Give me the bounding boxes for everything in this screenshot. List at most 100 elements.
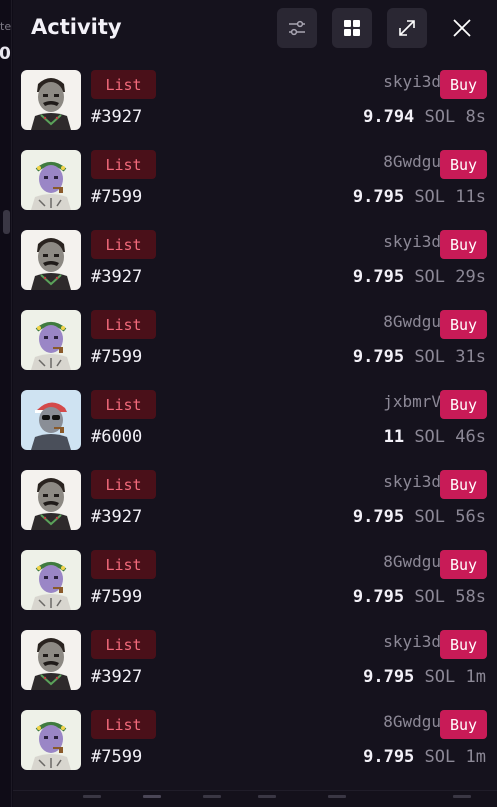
currency-text: SOL [414,427,446,447]
nft-thumbnail[interactable] [21,630,81,690]
seller-address[interactable]: skyi3d [383,232,441,251]
filter-sliders-icon [289,20,305,36]
nft-thumbnail[interactable] [21,470,81,530]
seller-address[interactable]: 8Gwdgu [383,552,441,571]
time-ago: 11s [455,187,486,207]
toolbar-item[interactable] [143,795,161,798]
price-line: 9.795 SOL 1m [363,747,486,767]
activity-row[interactable]: List #7599 8Gwdgu Buy 9.795 SOL 1m [13,700,497,780]
currency-label: SOL [414,107,456,127]
currency-text: SOL [414,267,446,287]
activity-type-badge: List [91,630,156,659]
price-value: 9.795 [363,667,415,687]
bottom-toolbar [13,790,497,807]
time-ago: 31s [455,347,486,367]
background-page-strip: te 0. [0,0,12,807]
buy-button[interactable]: Buy [440,310,487,339]
panel-title: Activity [31,15,122,39]
seller-address[interactable]: skyi3d [383,632,441,651]
price-line: 9.795 SOL 31s [353,347,486,367]
currency-label: SOL [404,427,445,447]
currency-label: SOL [404,587,445,607]
currency-text: SOL [414,507,446,527]
time-ago: 1m [465,747,486,767]
nft-thumbnail[interactable] [21,150,81,210]
buy-button[interactable]: Buy [440,390,487,419]
buy-button[interactable]: Buy [440,710,487,739]
filter-button[interactable] [277,8,317,48]
nft-thumbnail[interactable] [21,310,81,370]
activity-type-badge: List [91,550,156,579]
buy-button[interactable]: Buy [440,70,487,99]
activity-row[interactable]: List #3927 skyi3d Buy 9.795 SOL 56s [13,460,497,540]
token-id[interactable]: #7599 [91,187,142,207]
token-id[interactable]: #3927 [91,507,142,527]
seller-address[interactable]: skyi3d [383,72,441,91]
activity-type-badge: List [91,470,156,499]
token-id[interactable]: #7599 [91,747,142,767]
nft-thumbnail[interactable] [21,390,81,450]
buy-button[interactable]: Buy [440,630,487,659]
price-value: 9.795 [352,267,405,287]
price-line: 9.795 SOL 56s [353,507,486,527]
seller-address[interactable]: 8Gwdgu [383,312,441,331]
buy-button[interactable]: Buy [440,230,487,259]
currency-text: SOL [424,747,456,767]
buy-button[interactable]: Buy [440,470,487,499]
currency-label: SOL [414,667,456,687]
token-id[interactable]: #3927 [91,267,142,287]
nft-thumbnail[interactable] [21,70,81,130]
activity-row[interactable]: List #6000 jxbmrV Buy 11 SOL 46s [13,380,497,460]
grid-view-button[interactable] [332,8,372,48]
background-scroll-handle [3,210,10,234]
currency-text: SOL [414,187,446,207]
activity-type-badge: List [91,710,156,739]
time-ago: 29s [455,267,486,287]
price-value: 9.794 [363,107,415,127]
currency-label: SOL [404,507,445,527]
token-id[interactable]: #3927 [91,667,142,687]
activity-row[interactable]: List #3927 skyi3d Buy 9.794 SOL 8s [13,60,497,140]
activity-type-badge: List [91,390,156,419]
token-id[interactable]: #6000 [91,427,142,447]
token-id[interactable]: #3927 [91,107,142,127]
toolbar-item[interactable] [203,795,221,798]
activity-row[interactable]: List #3927 skyi3d Buy 9.795 SOL 1m [13,620,497,700]
toolbar-item[interactable] [83,795,101,798]
seller-address[interactable]: 8Gwdgu [383,152,441,171]
activity-row[interactable]: List #7599 8Gwdgu Buy 9.795 SOL 58s [13,540,497,620]
activity-type-badge: List [91,150,156,179]
price-line: 11 SOL 46s [384,427,486,447]
activity-row[interactable]: List #3927 skyi3d Buy 9.795 SOL 29s [13,220,497,300]
expand-button[interactable] [387,8,427,48]
price-value: 11 [383,427,405,447]
activity-row[interactable]: List #7599 8Gwdgu Buy 9.795 SOL 11s [13,140,497,220]
toolbar-item[interactable] [328,795,346,798]
buy-button[interactable]: Buy [440,550,487,579]
currency-text: SOL [424,107,456,127]
activity-row[interactable]: List #7599 8Gwdgu Buy 9.795 SOL 31s [13,300,497,380]
nft-thumbnail[interactable] [21,550,81,610]
currency-label: SOL [404,267,445,287]
price-value: 9.795 [352,507,405,527]
seller-address[interactable]: jxbmrV [383,392,441,411]
close-button[interactable] [442,8,482,48]
seller-address[interactable]: 8Gwdgu [383,712,441,731]
time-ago: 58s [455,587,486,607]
price-value: 9.795 [363,747,415,767]
activity-type-badge: List [91,230,156,259]
activity-panel: Activity List #3927 skyi3d Buy 9.794 SOL… [13,0,497,807]
toolbar-item[interactable] [258,795,276,798]
price-line: 9.795 SOL 58s [353,587,486,607]
token-id[interactable]: #7599 [91,587,142,607]
toolbar-item[interactable] [453,795,471,798]
currency-label: SOL [414,747,456,767]
nft-thumbnail[interactable] [21,230,81,290]
nft-thumbnail[interactable] [21,710,81,770]
background-value-fragment: 0. [0,44,11,64]
token-id[interactable]: #7599 [91,347,142,367]
seller-address[interactable]: skyi3d [383,472,441,491]
price-line: 9.795 SOL 29s [353,267,486,287]
activity-type-badge: List [91,310,156,339]
buy-button[interactable]: Buy [440,150,487,179]
